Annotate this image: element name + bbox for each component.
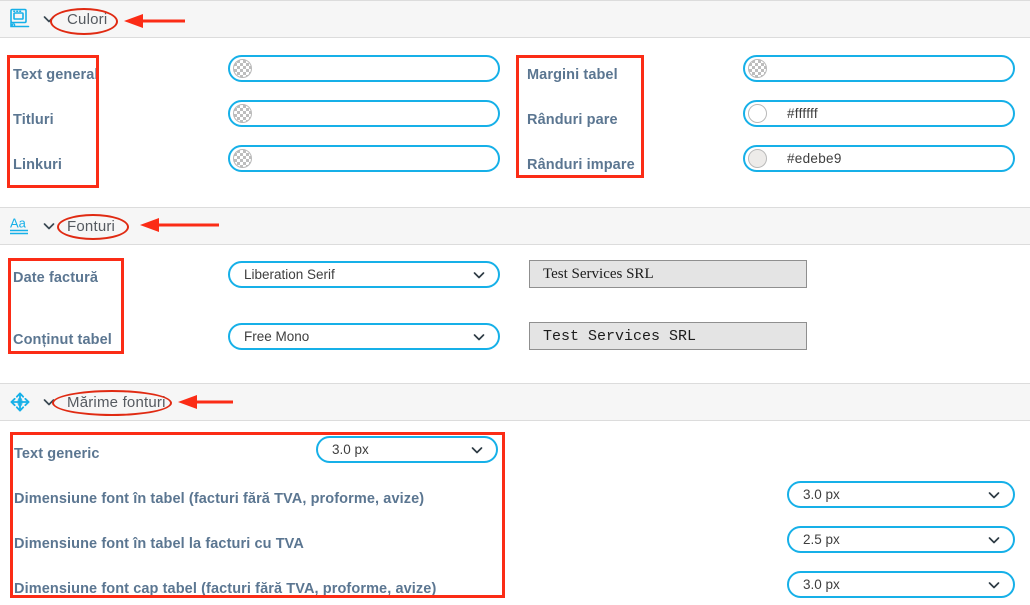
- select-value: 3.0 px: [332, 442, 369, 457]
- section-body-culori: Text general Titluri Linkuri Margini tab…: [0, 38, 1030, 196]
- color-swatch: [748, 104, 767, 123]
- section-header-fonturi[interactable]: Aa Fonturi: [0, 207, 1030, 245]
- color-swatch: [233, 59, 252, 78]
- section-header-marime-fonturi[interactable]: Mărime fonturi: [0, 383, 1030, 421]
- preview-input-continut-tabel[interactable]: Test Services SRL: [529, 322, 807, 350]
- select-font-continut-tabel[interactable]: Free Mono: [228, 323, 500, 350]
- section-body-fonturi: Date factură Conținut tabel Liberation S…: [0, 245, 1030, 379]
- chevron-down-icon: [987, 488, 1001, 502]
- section-title-marime-fonturi: Mărime fonturi: [67, 393, 166, 411]
- select-value: 3.0 px: [803, 487, 840, 502]
- chevron-down-icon: [987, 578, 1001, 592]
- label-randuri-pare: Rânduri pare: [527, 112, 618, 128]
- select-value: 3.0 px: [803, 577, 840, 592]
- select-value: 2.5 px: [803, 532, 840, 547]
- typography-aa-icon: Aa: [5, 211, 35, 241]
- color-picker-linkuri[interactable]: [228, 145, 500, 172]
- chevron-down-icon: [987, 533, 1001, 547]
- color-swatch: [748, 59, 767, 78]
- label-date-factura: Date factură: [13, 270, 99, 286]
- label-randuri-impare: Rânduri impare: [527, 157, 635, 173]
- section-title-fonturi: Fonturi: [67, 217, 116, 235]
- section-header-culori[interactable]: Culori: [0, 0, 1030, 38]
- select-size-font-tva[interactable]: 2.5 px: [787, 526, 1015, 553]
- color-swatch: [233, 149, 252, 168]
- label-text-generic: Text generic: [14, 446, 100, 462]
- color-swatch: [233, 104, 252, 123]
- select-size-text-generic[interactable]: 3.0 px: [316, 436, 498, 463]
- chevron-down-icon: [472, 330, 486, 344]
- label-text-general: Text general: [13, 67, 99, 83]
- preview-input-date-factura[interactable]: Test Services SRL: [529, 260, 807, 288]
- move-arrows-icon: [5, 387, 35, 417]
- chevron-down-icon[interactable]: [39, 392, 59, 412]
- chevron-down-icon: [472, 268, 486, 282]
- color-picker-randuri-pare[interactable]: #ffffff: [743, 100, 1015, 127]
- select-size-font-cap-tabel[interactable]: 3.0 px: [787, 571, 1015, 598]
- label-linkuri: Linkuri: [13, 157, 63, 173]
- section-title-culori: Culori: [67, 10, 108, 28]
- select-font-date-factura[interactable]: Liberation Serif: [228, 261, 500, 288]
- select-size-font-tabel[interactable]: 3.0 px: [787, 481, 1015, 508]
- color-hex-value: #ffffff: [787, 106, 818, 121]
- color-swatch: [748, 149, 767, 168]
- color-picker-titluri[interactable]: [228, 100, 500, 127]
- svg-text:Aa: Aa: [10, 216, 27, 231]
- color-picker-randuri-impare[interactable]: #edebe9: [743, 145, 1015, 172]
- preview-text: Test Services SRL: [543, 265, 654, 282]
- select-value: Free Mono: [244, 329, 310, 344]
- color-picker-text-general[interactable]: [228, 55, 500, 82]
- section-body-marime-fonturi: Text generic Dimensiune font în tabel (f…: [0, 421, 1030, 605]
- color-picker-margini-tabel[interactable]: [743, 55, 1015, 82]
- chevron-down-icon: [470, 443, 484, 457]
- select-value: Liberation Serif: [244, 267, 335, 282]
- label-margini-tabel: Margini tabel: [527, 67, 618, 83]
- preview-text: Test Services SRL: [543, 327, 697, 345]
- label-dimensiune-font-tabel: Dimensiune font în tabel (facturi fără T…: [14, 491, 425, 507]
- label-continut-tabel: Conținut tabel: [13, 332, 112, 348]
- label-titluri: Titluri: [13, 112, 54, 128]
- color-hex-value: #edebe9: [787, 151, 842, 166]
- chevron-down-icon[interactable]: [39, 216, 59, 236]
- label-dimensiune-font-tva: Dimensiune font în tabel la facturi cu T…: [14, 536, 304, 552]
- label-dimensiune-font-cap-tabel: Dimensiune font cap tabel (facturi fără …: [14, 581, 437, 597]
- chevron-down-icon[interactable]: [39, 9, 59, 29]
- color-theme-icon: [5, 4, 35, 34]
